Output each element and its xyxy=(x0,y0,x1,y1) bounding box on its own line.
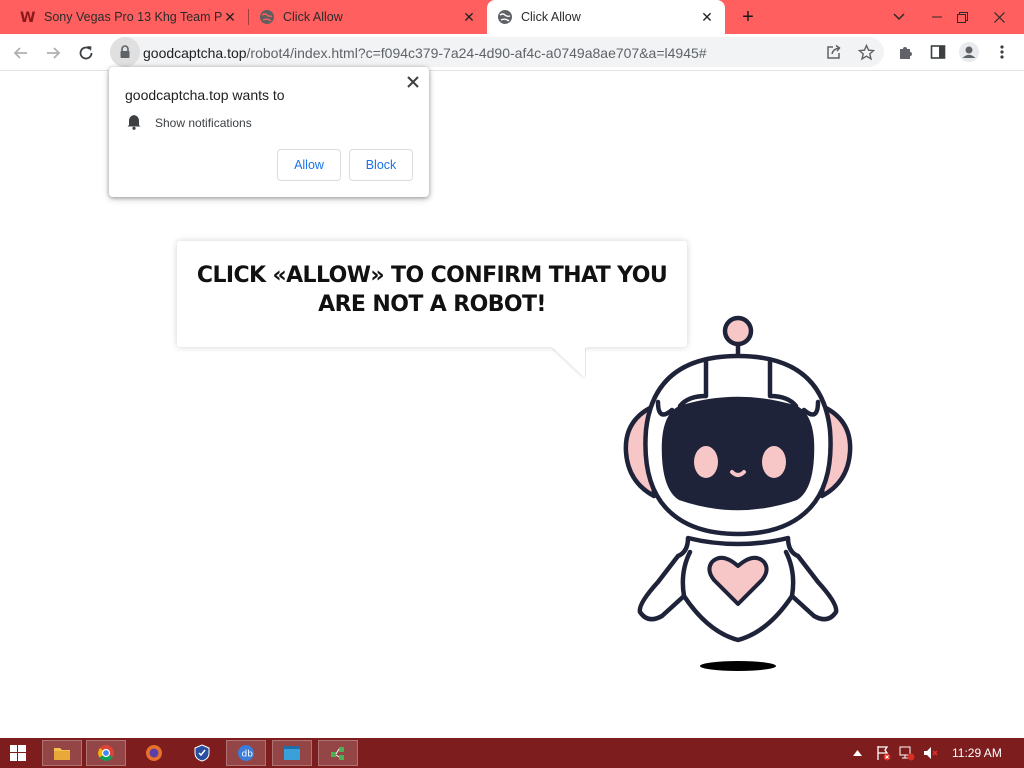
flag-notify-icon[interactable] xyxy=(872,740,894,766)
taskbar-clock[interactable]: 11:29 AM xyxy=(952,746,1002,760)
url-host: goodcaptcha.top xyxy=(143,45,247,61)
reload-button[interactable] xyxy=(74,41,98,65)
network-tool-icon[interactable] xyxy=(318,740,358,766)
site-info-button[interactable] xyxy=(110,37,140,67)
browser-icon[interactable] xyxy=(134,740,174,766)
app-icon[interactable]: db xyxy=(226,740,266,766)
arrow-left-icon xyxy=(13,47,27,59)
allow-button[interactable]: Allow xyxy=(277,149,341,181)
close-tab-icon[interactable]: ✕ xyxy=(699,9,715,25)
tab-sony-vegas[interactable]: W Sony Vegas Pro 13 Khg Team Pat ✕ xyxy=(0,0,248,34)
windows-start-icon[interactable] xyxy=(0,740,36,766)
speaker-muted-icon[interactable] xyxy=(920,740,942,766)
browser-toolbar: goodcaptcha.top/robot4/index.html?c=f094… xyxy=(0,34,1024,71)
speech-bubble: CLICK «ALLOW» TO CONFIRM THAT YOU ARE NO… xyxy=(177,241,687,347)
close-tab-icon[interactable]: ✕ xyxy=(222,9,238,25)
extensions-puzzle-icon[interactable] xyxy=(896,42,916,62)
headline-line-1: CLICK «ALLOW» TO CONFIRM THAT YOU xyxy=(196,263,668,288)
chrome-icon[interactable] xyxy=(86,740,126,766)
side-panel-icon[interactable] xyxy=(928,42,948,62)
tab-title: Click Allow xyxy=(521,10,581,24)
tab-strip: W Sony Vegas Pro 13 Khg Team Pat ✕ Click… xyxy=(0,0,1024,34)
chevron-down-icon[interactable] xyxy=(884,0,914,34)
permission-text: Show notifications xyxy=(155,116,252,130)
window-app-icon[interactable] xyxy=(272,740,312,766)
restore-icon[interactable] xyxy=(947,0,977,34)
new-tab-button[interactable]: + xyxy=(738,7,758,27)
svg-text:db: db xyxy=(242,750,254,760)
popup-title: goodcaptcha.top wants to xyxy=(125,87,285,103)
headline: CLICK «ALLOW» TO CONFIRM THAT YOU ARE NO… xyxy=(177,261,687,319)
headline-line-2: ARE NOT A ROBOT! xyxy=(318,292,546,317)
url-path: /robot4/index.html?c=f094c379-7a24-4d90-… xyxy=(246,45,707,61)
star-bookmark-icon[interactable] xyxy=(856,42,876,62)
robot-antenna-ball xyxy=(722,315,754,347)
forward-button[interactable] xyxy=(41,41,65,65)
shield-app-icon[interactable] xyxy=(182,740,222,766)
reload-icon xyxy=(79,46,93,60)
speech-bubble-tail xyxy=(552,345,586,378)
block-button[interactable]: Block xyxy=(349,149,413,181)
kebab-menu-icon[interactable] xyxy=(992,42,1012,62)
robot-illustration xyxy=(623,315,853,671)
robot-visor xyxy=(661,396,815,511)
network-icon[interactable] xyxy=(896,740,918,766)
tab-click-allow-1[interactable]: Click Allow ✕ xyxy=(249,0,487,34)
robot-right-eye xyxy=(762,446,786,478)
w-logo-icon: W xyxy=(20,10,35,25)
tray-overflow-icon[interactable] xyxy=(848,740,866,766)
share-icon[interactable] xyxy=(824,42,844,62)
back-button[interactable] xyxy=(9,41,33,65)
svg-text:W: W xyxy=(20,10,35,25)
arrow-right-icon xyxy=(47,47,61,59)
profile-avatar-icon[interactable] xyxy=(959,42,979,62)
lock-icon xyxy=(120,45,130,58)
file-explorer-icon[interactable] xyxy=(42,740,82,766)
robot-left-eye xyxy=(694,446,718,478)
robot-shadow xyxy=(700,661,776,671)
globe-icon xyxy=(498,10,512,24)
url-text[interactable]: goodcaptcha.top/robot4/index.html?c=f094… xyxy=(143,45,707,61)
close-icon[interactable] xyxy=(405,74,421,90)
close-window-icon[interactable] xyxy=(984,0,1014,34)
notification-permission-popup: goodcaptcha.top wants to Show notificati… xyxy=(109,67,429,197)
close-tab-icon[interactable]: ✕ xyxy=(461,9,477,25)
windows-taskbar: db 11:29 AM xyxy=(0,738,1024,768)
globe-icon xyxy=(260,10,274,24)
bell-icon xyxy=(127,115,141,130)
tab-title: Sony Vegas Pro 13 Khg Team Pat xyxy=(44,10,222,24)
tab-title: Click Allow xyxy=(283,10,343,24)
tab-click-allow-active[interactable]: Click Allow ✕ xyxy=(487,0,725,34)
